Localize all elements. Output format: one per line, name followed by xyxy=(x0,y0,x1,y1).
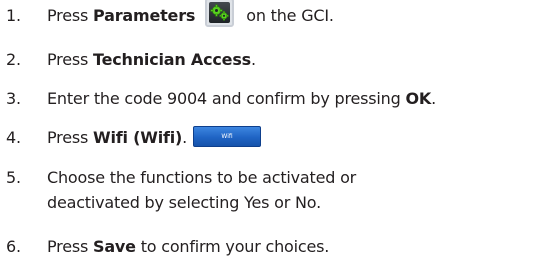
gear-settings-icon xyxy=(210,4,229,21)
step-text-after: to confirm your choices. xyxy=(135,237,330,256)
step-text-before: Press xyxy=(47,6,93,25)
step-number: 5. xyxy=(6,168,21,187)
step-text-bold: Parameters xyxy=(93,6,196,25)
step-text-bold: OK xyxy=(405,89,432,108)
step-text-after: . xyxy=(250,50,256,69)
step-text-line1: Choose the functions to be activated or xyxy=(47,168,357,187)
step-text: Press Technician Access. xyxy=(47,50,256,69)
step-text: Enter the code 9004 and confirm by press… xyxy=(47,89,436,108)
step-number: 4. xyxy=(6,128,21,147)
step-text-before: Press xyxy=(47,50,93,69)
step-number: 2. xyxy=(6,50,21,69)
step-text-before: Enter the code 9004 and confirm by press… xyxy=(47,89,406,108)
step-text-bold: Technician Access xyxy=(93,50,251,69)
step-text-before: Press xyxy=(47,128,93,147)
step-text: Press Save to confirm your choices. xyxy=(47,237,329,256)
step-text: Press Wifi (Wifi). Wifi xyxy=(47,126,262,147)
step-text: Choose the functions to be activated or d… xyxy=(47,165,356,215)
instruction-steps: 1. Press Parameters on the GCI. 2. Press… xyxy=(0,0,543,262)
wifi-button-image: Wifi xyxy=(193,126,262,147)
step-text-bold: Wifi (Wifi) xyxy=(93,128,183,147)
step-number: 1. xyxy=(6,6,21,25)
step-text-before: Press xyxy=(47,237,93,256)
step-text-bold: Save xyxy=(93,237,136,256)
step-text: Press Parameters on the GCI. xyxy=(47,0,334,27)
step-text-after: . xyxy=(182,128,188,147)
step-number: 6. xyxy=(6,237,21,256)
step-number: 3. xyxy=(6,89,21,108)
step-text-after: . xyxy=(431,89,436,108)
step-text-after: on the GCI. xyxy=(246,6,334,25)
step-text-line2: deactivated by selecting Yes or No. xyxy=(47,193,321,212)
parameters-button-image xyxy=(205,0,235,27)
